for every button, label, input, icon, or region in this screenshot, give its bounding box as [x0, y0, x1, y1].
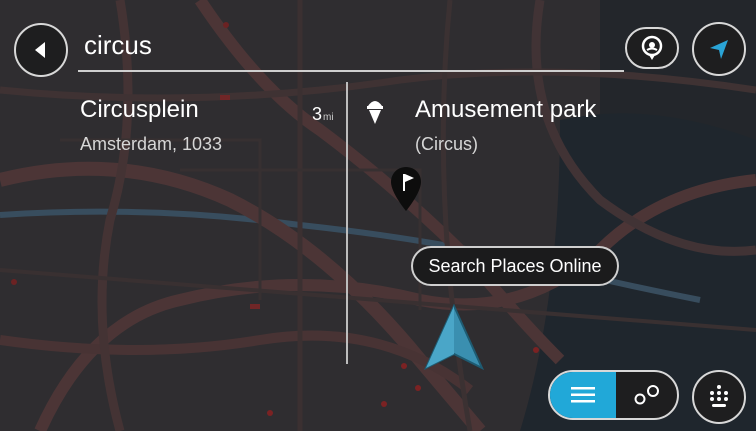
- back-arrow-icon: [35, 42, 45, 58]
- result-title: Amusement park: [415, 96, 597, 123]
- result-subtitle: (Circus): [415, 134, 478, 154]
- map-view-button[interactable]: [616, 372, 677, 418]
- list-view-icon: [571, 387, 595, 403]
- keyboard-button[interactable]: [692, 370, 746, 424]
- navigation-button[interactable]: [692, 22, 746, 76]
- search-input[interactable]: circus: [84, 30, 152, 61]
- map-pins-icon: [634, 385, 659, 405]
- flag-marker-icon[interactable]: [389, 165, 423, 213]
- location-pin-button[interactable]: [625, 27, 679, 69]
- ice-cream-icon: [367, 101, 383, 124]
- search-underline: [78, 70, 624, 72]
- current-position-arrow-icon: [423, 304, 485, 371]
- results-divider: [346, 82, 348, 364]
- list-view-button[interactable]: [550, 372, 616, 418]
- result-distance: 3mi: [312, 104, 334, 125]
- navigation-arrow-icon: [710, 40, 728, 59]
- result-title: Circusplein: [80, 96, 199, 123]
- back-button[interactable]: [14, 23, 68, 77]
- distance-value: 3: [312, 104, 323, 124]
- keyboard-icon: [710, 385, 728, 407]
- distance-unit: mi: [323, 112, 334, 123]
- location-pin-icon: [641, 35, 663, 60]
- search-places-online-button[interactable]: Search Places Online: [411, 246, 619, 286]
- view-toggle[interactable]: [548, 370, 679, 420]
- result-subtitle: Amsterdam, 1033: [80, 134, 223, 154]
